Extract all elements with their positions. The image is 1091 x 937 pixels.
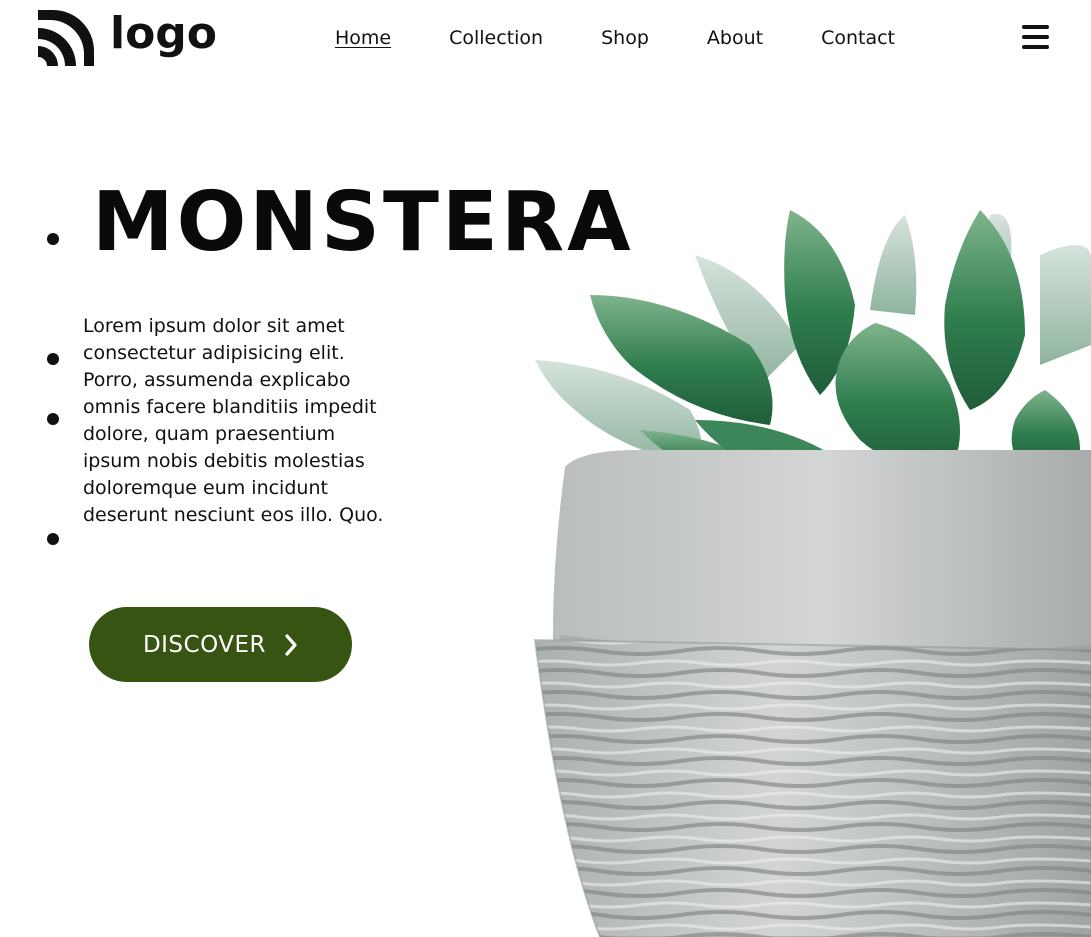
nav-link-collection[interactable]: Collection <box>449 24 543 52</box>
discover-button[interactable]: DISCOVER <box>89 607 352 682</box>
logo-text: logo <box>110 8 218 59</box>
hamburger-icon[interactable] <box>1022 25 1049 49</box>
nav-link-shop[interactable]: Shop <box>601 24 649 52</box>
nav-link-about[interactable]: About <box>707 24 763 52</box>
succulent-pot-image <box>520 195 1091 937</box>
page: logo Home Collection Shop About Contact … <box>0 0 1091 937</box>
main-nav: Home Collection Shop About Contact <box>335 24 953 52</box>
logo[interactable]: logo <box>38 10 217 66</box>
hero-description: Lorem ipsum dolor sit amet consectetur a… <box>83 315 384 526</box>
nav-link-contact[interactable]: Contact <box>821 24 895 52</box>
hamburger-line <box>1022 45 1049 49</box>
chevron-right-icon <box>284 633 298 656</box>
logo-arcs-icon <box>38 10 94 66</box>
list-bullet <box>47 233 59 245</box>
nav-link-home[interactable]: Home <box>335 24 391 52</box>
list-bullet <box>47 353 59 365</box>
list-bullet <box>47 413 59 425</box>
discover-button-label: DISCOVER <box>142 631 267 658</box>
hamburger-line <box>1022 35 1049 39</box>
list-bullet <box>47 533 59 545</box>
hamburger-line <box>1022 25 1049 29</box>
